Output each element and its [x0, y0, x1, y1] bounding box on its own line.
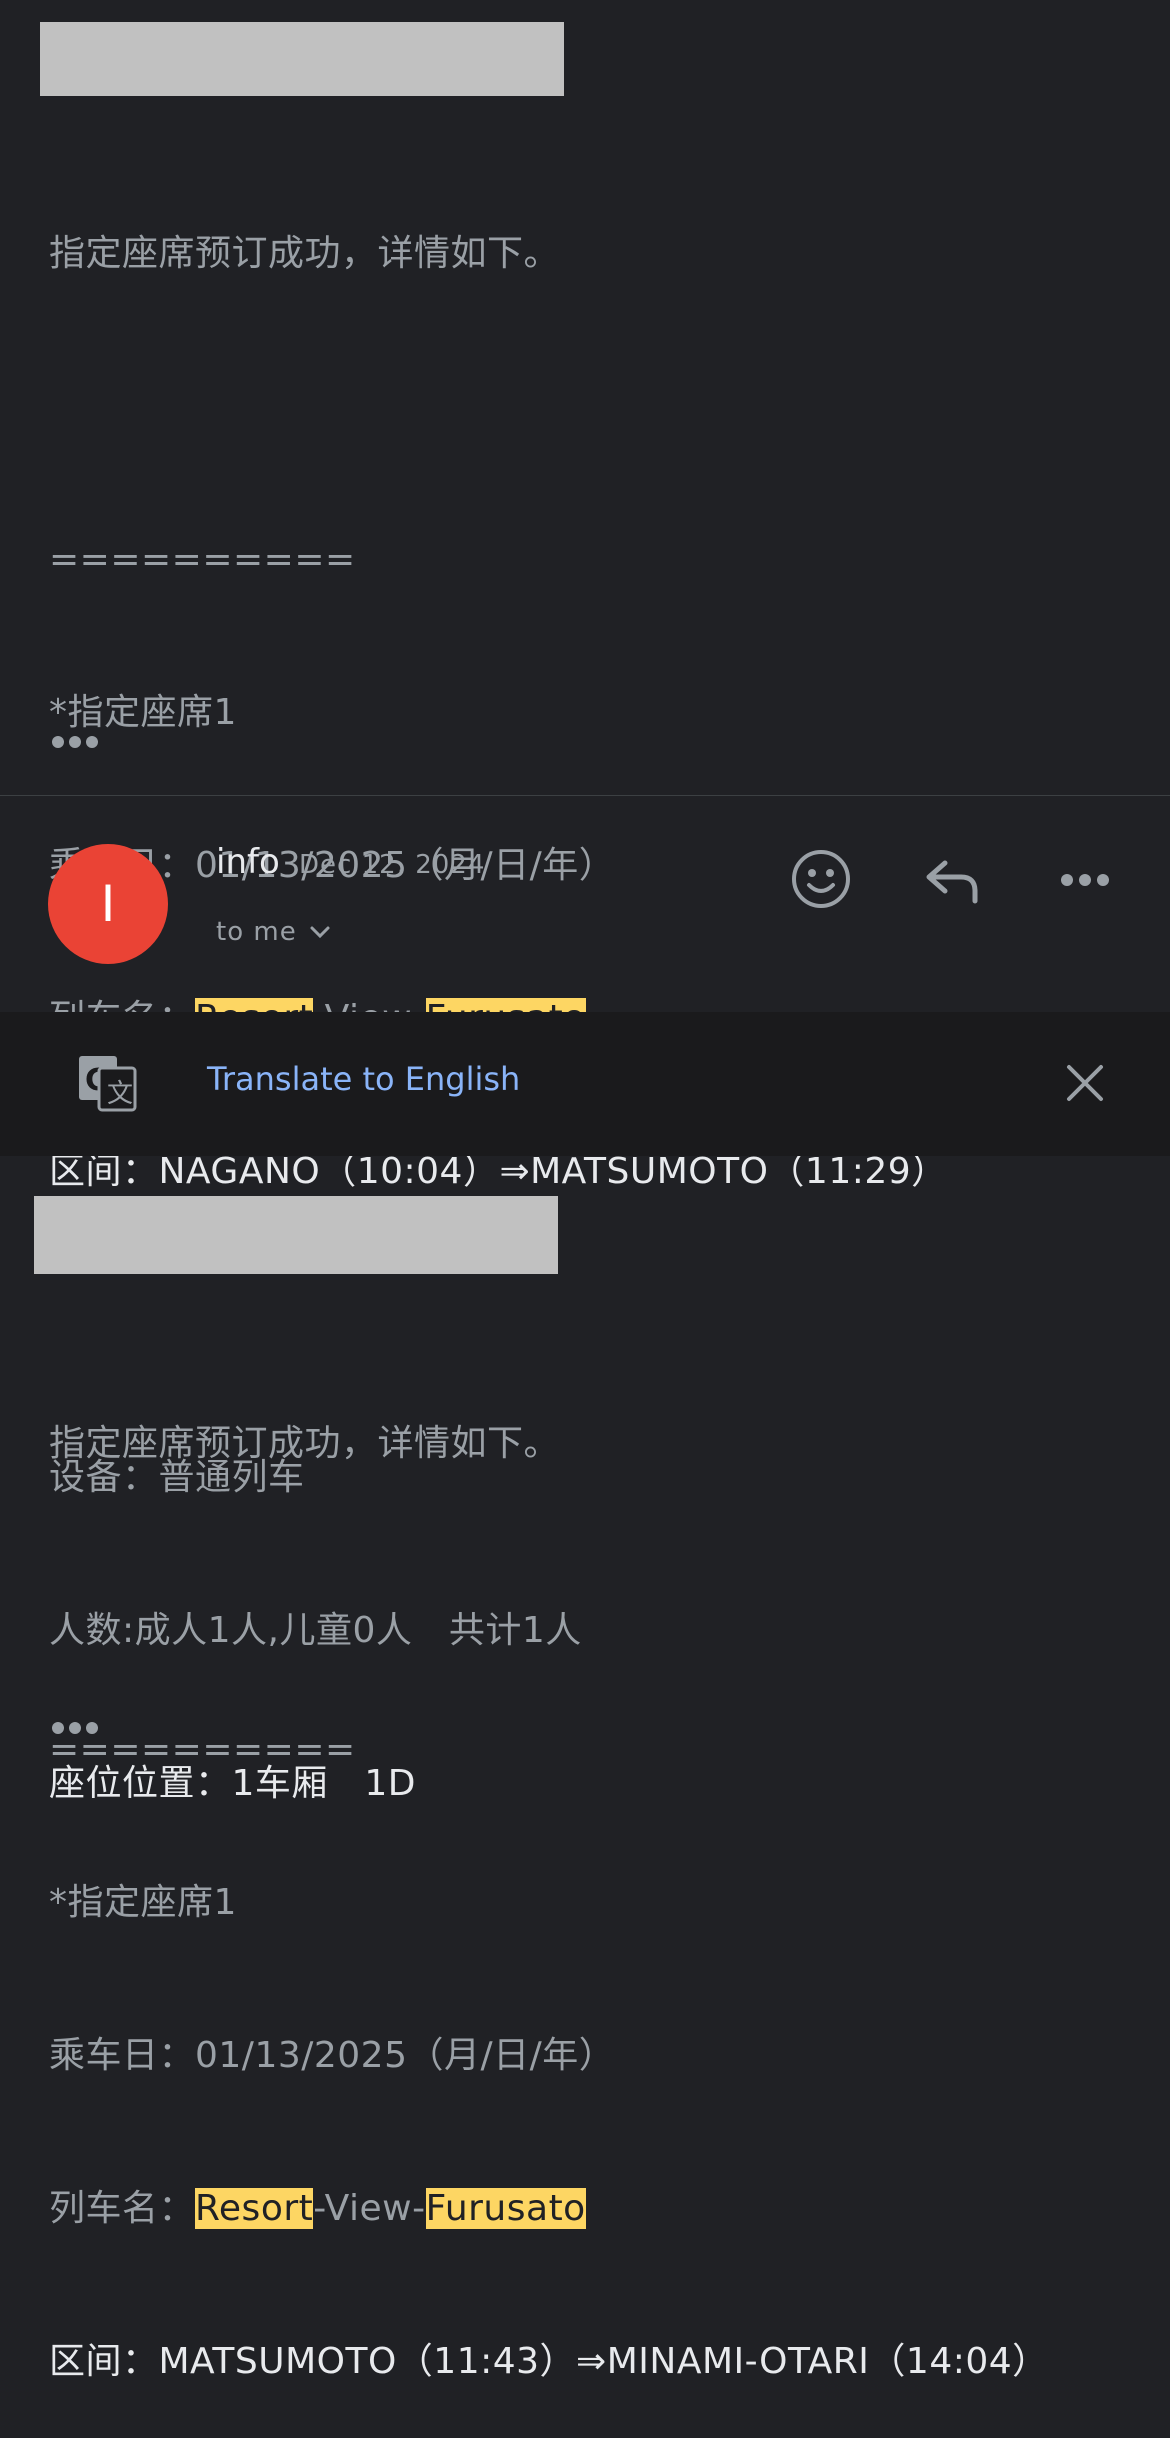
- translate-bar: [0, 1012, 1170, 1156]
- reply-icon: [926, 860, 978, 904]
- recipients-toggle[interactable]: to me: [216, 917, 331, 947]
- show-trimmed-button[interactable]: [52, 736, 98, 748]
- emoji-reaction-button[interactable]: [788, 846, 854, 912]
- google-translate-icon: G 文: [76, 1054, 140, 1114]
- show-trimmed-button[interactable]: [52, 1722, 98, 1734]
- highlight-resort: Resort: [195, 2188, 314, 2229]
- train-label: 列车名：: [49, 2188, 196, 2229]
- chevron-down-icon: [309, 917, 331, 947]
- reply-button[interactable]: [920, 852, 986, 908]
- close-icon: [1067, 1065, 1103, 1101]
- redacted-block: [34, 1196, 558, 1274]
- message-body: 指定座席预订成功，详情如下。 ========== *指定座席1 乘车日：01/…: [49, 1316, 1149, 2438]
- train-name: 列车名：Resort-View-Furusato: [49, 2183, 1149, 2234]
- emoji-icon: [792, 850, 850, 908]
- highlight-furusato: Furusato: [425, 2188, 586, 2229]
- message-date: Dec 12, 2024: [299, 850, 486, 880]
- translate-link[interactable]: Translate to English: [207, 1060, 520, 1098]
- seat-heading: *指定座席1: [49, 1882, 237, 1923]
- avatar[interactable]: I: [48, 844, 168, 964]
- separator-text: ==========: [49, 539, 356, 580]
- redacted-block: [40, 22, 564, 96]
- train-mid: -View-: [313, 2188, 426, 2229]
- route-text: 区间：MATSUMOTO（11:43）⇒MINAMI-OTARI（14:04）: [49, 2341, 1049, 2382]
- recipient-text: to me: [216, 917, 297, 947]
- sender-name[interactable]: info: [216, 842, 280, 882]
- more-options-button[interactable]: [1056, 862, 1114, 898]
- seat-heading: *指定座席1: [49, 692, 237, 733]
- intro-text: 指定座席预订成功，详情如下。: [49, 1423, 561, 1464]
- ride-date: 乘车日：01/13/2025（月/日/年）: [49, 2035, 616, 2076]
- more-horizontal-icon: [1061, 874, 1109, 886]
- message-divider: [0, 795, 1170, 796]
- intro-text: 指定座席预订成功，详情如下。: [49, 233, 561, 274]
- svg-text:文: 文: [107, 1079, 133, 1109]
- separator-text: ==========: [49, 1729, 356, 1770]
- close-translate-button[interactable]: [1062, 1060, 1108, 1106]
